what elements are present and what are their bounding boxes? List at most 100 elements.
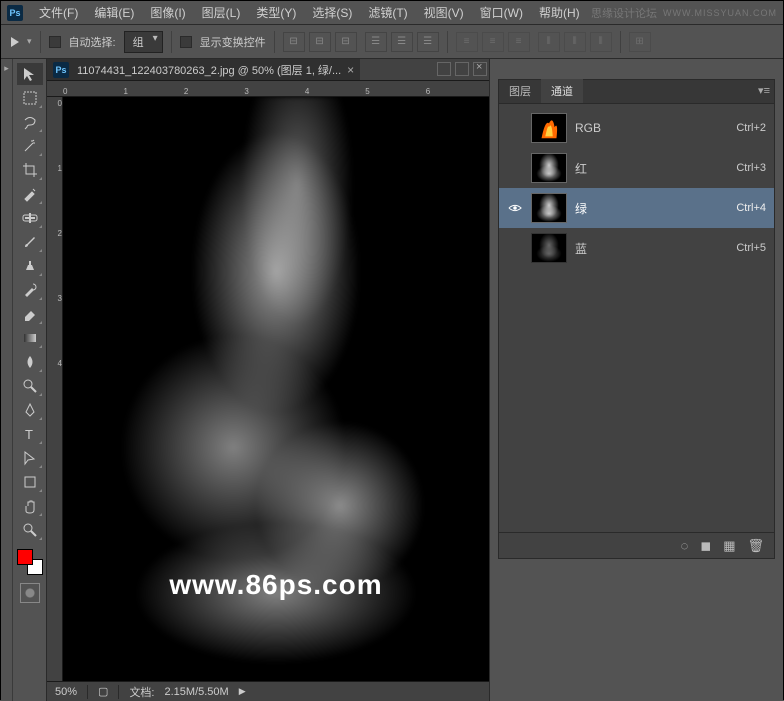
distribute-icons-a: ≡ ≡ ≡ <box>456 32 530 52</box>
new-channel-icon[interactable]: ▦ <box>723 538 735 554</box>
status-flyout-icon[interactable]: ▶ <box>239 686 246 697</box>
separator <box>620 31 621 53</box>
move-tool-icon[interactable] <box>11 37 19 47</box>
toolbox: T <box>13 59 47 701</box>
channel-thumb-green[interactable] <box>531 193 567 223</box>
move-tool[interactable] <box>17 63 43 85</box>
align-top-icon[interactable]: ⊟ <box>283 32 305 52</box>
color-swatches[interactable] <box>17 549 43 575</box>
show-transform-checkbox[interactable] <box>180 36 192 48</box>
healing-brush-tool[interactable] <box>17 207 43 229</box>
clone-stamp-tool[interactable] <box>17 255 43 277</box>
close-tab-icon[interactable]: × <box>347 63 354 77</box>
dist-left-icon: ⦀ <box>538 32 560 52</box>
dodge-tool[interactable] <box>17 375 43 397</box>
hand-tool[interactable] <box>17 495 43 517</box>
doc-size-label: 文档: <box>129 684 154 700</box>
menu-layer[interactable]: 图层(L) <box>196 2 247 23</box>
menu-file[interactable]: 文件(F) <box>33 2 84 23</box>
window-maximize-icon[interactable] <box>455 62 469 76</box>
menu-view[interactable]: 视图(V) <box>418 2 470 23</box>
status-bar: 50% ▢ 文档: 2.15M/5.50M ▶ <box>47 681 489 701</box>
brush-tool[interactable] <box>17 231 43 253</box>
ruler-vertical[interactable]: 01234 <box>47 97 63 681</box>
align-right-icon[interactable]: ☰ <box>417 32 439 52</box>
menu-image[interactable]: 图像(I) <box>144 2 191 23</box>
menu-filter[interactable]: 滤镜(T) <box>362 2 413 23</box>
separator <box>274 31 275 53</box>
load-selection-icon[interactable]: ◌ <box>681 538 689 553</box>
window-minimize-icon[interactable] <box>437 62 451 76</box>
eyedropper-tool[interactable] <box>17 183 43 205</box>
gradient-tool[interactable] <box>17 327 43 349</box>
view-mode-icon[interactable]: ▢ <box>98 685 108 698</box>
doc-size-value: 2.15M/5.50M <box>165 686 229 698</box>
lasso-tool[interactable] <box>17 111 43 133</box>
zoom-tool[interactable] <box>17 519 43 541</box>
channel-row-green[interactable]: 绿 Ctrl+4 <box>499 188 774 228</box>
auto-select-label: 自动选择: <box>69 34 116 50</box>
align-left-icon[interactable]: ☰ <box>365 32 387 52</box>
menu-edit[interactable]: 编辑(E) <box>88 2 140 23</box>
crop-tool[interactable] <box>17 159 43 181</box>
shape-tool[interactable] <box>17 471 43 493</box>
menu-select[interactable]: 选择(S) <box>306 2 358 23</box>
channel-thumb-blue[interactable] <box>531 233 567 263</box>
separator <box>171 31 172 53</box>
separator <box>40 31 41 53</box>
auto-select-checkbox[interactable] <box>49 36 61 48</box>
path-select-tool[interactable] <box>17 447 43 469</box>
window-close-icon[interactable]: × <box>473 62 487 76</box>
dist-top-icon: ≡ <box>456 32 478 52</box>
channel-row-blue[interactable]: 蓝 Ctrl+5 <box>499 228 774 268</box>
align-bottom-icon[interactable]: ⊟ <box>335 32 357 52</box>
zoom-level[interactable]: 50% <box>55 686 77 698</box>
svg-text:T: T <box>25 427 33 442</box>
menu-window[interactable]: 窗口(W) <box>474 2 529 23</box>
tab-channels[interactable]: 通道 <box>541 79 583 103</box>
foreground-color-swatch[interactable] <box>17 549 33 565</box>
align-hcenter-icon[interactable]: ☰ <box>391 32 413 52</box>
delete-channel-icon[interactable]: 🗑 <box>747 538 764 554</box>
magic-wand-tool[interactable] <box>17 135 43 157</box>
ruler-horizontal[interactable]: 0123456 <box>47 81 489 97</box>
align-vcenter-icon[interactable]: ⊟ <box>309 32 331 52</box>
type-tool[interactable]: T <box>17 423 43 445</box>
dist-vcenter-icon: ≡ <box>482 32 504 52</box>
branding-url: WWW.MISSYUAN.COM <box>663 8 777 18</box>
blur-tool[interactable] <box>17 351 43 373</box>
canvas[interactable]: www.86ps.com <box>63 97 489 681</box>
save-selection-icon[interactable]: ◼ <box>700 538 711 554</box>
document-tab[interactable]: Ps 11074431_122403780263_2.jpg @ 50% (图层… <box>47 59 360 80</box>
visibility-toggle[interactable] <box>507 200 523 216</box>
branding: 思缘设计论坛 WWW.MISSYUAN.COM <box>591 5 777 21</box>
channel-row-red[interactable]: 红 Ctrl+3 <box>499 148 774 188</box>
panel-menu-icon[interactable]: ▾≡ <box>758 84 770 97</box>
auto-select-dropdown[interactable]: 组 <box>124 31 163 53</box>
menu-type[interactable]: 类型(Y) <box>250 2 302 23</box>
channel-row-rgb[interactable]: RGB Ctrl+2 <box>499 108 774 148</box>
dist-hcenter-icon: ⦀ <box>564 32 586 52</box>
channel-thumb-rgb[interactable] <box>531 113 567 143</box>
visibility-toggle[interactable] <box>507 240 523 256</box>
toolbox-collapse[interactable]: ▸ <box>1 59 13 701</box>
channel-list: RGB Ctrl+2 红 Ctrl+3 绿 Ctrl+4 <box>499 104 774 272</box>
visibility-toggle[interactable] <box>507 120 523 136</box>
distribute-icons-b: ⦀ ⦀ ⦀ <box>538 32 612 52</box>
eraser-tool[interactable] <box>17 303 43 325</box>
watermark-text: www.86ps.com <box>169 569 382 601</box>
quick-mask-toggle[interactable] <box>20 583 40 603</box>
tab-layers[interactable]: 图层 <box>499 79 541 103</box>
channel-name: 蓝 <box>575 240 728 257</box>
visibility-toggle[interactable] <box>507 160 523 176</box>
dist-right-icon: ⦀ <box>590 32 612 52</box>
channel-thumb-red[interactable] <box>531 153 567 183</box>
history-brush-tool[interactable] <box>17 279 43 301</box>
panel-tabs: 图层 通道 ▾≡ <box>499 80 774 104</box>
document-tab-title: 11074431_122403780263_2.jpg @ 50% (图层 1,… <box>77 62 341 78</box>
tool-preset-chevron[interactable]: ▾ <box>27 36 32 47</box>
menu-help[interactable]: 帮助(H) <box>533 2 586 23</box>
pen-tool[interactable] <box>17 399 43 421</box>
menubar: Ps 文件(F) 编辑(E) 图像(I) 图层(L) 类型(Y) 选择(S) 滤… <box>1 1 783 25</box>
marquee-tool[interactable] <box>17 87 43 109</box>
